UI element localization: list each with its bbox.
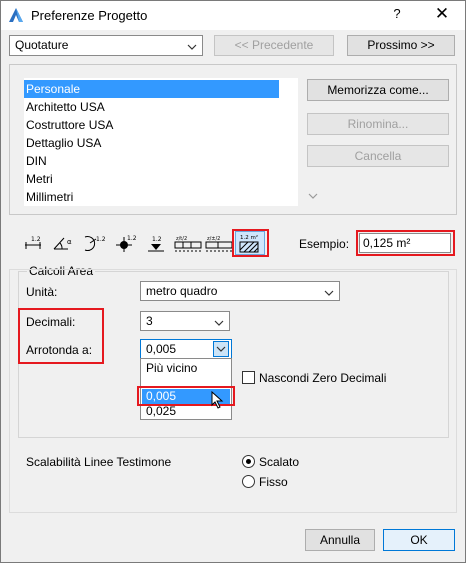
preset-item-millimetri[interactable]: Millimetri xyxy=(24,188,279,206)
save-as-button[interactable]: Memorizza come... xyxy=(307,79,449,101)
window-title: Preferenze Progetto xyxy=(31,8,148,23)
svg-text:1.2: 1.2 xyxy=(127,235,137,242)
level-dimension-icon[interactable]: 1.2 xyxy=(114,233,138,253)
preset-item-metri[interactable]: Metri xyxy=(24,170,279,188)
ok-button[interactable]: OK xyxy=(383,529,455,551)
linear-dimension-icon[interactable]: 1.2 xyxy=(23,233,45,253)
cancel-button[interactable]: Annulla xyxy=(305,529,375,551)
angle-dimension-icon[interactable]: α xyxy=(52,233,76,253)
delete-button[interactable]: Cancella xyxy=(307,145,449,167)
close-button[interactable]: ✕ xyxy=(429,4,455,26)
presets-list[interactable]: Personale Architetto USA Costruttore USA… xyxy=(24,78,318,206)
elevation-dimension-icon[interactable]: 1.2 xyxy=(145,233,167,253)
example-field: 0,125 m² xyxy=(359,233,451,253)
svg-text:1.2: 1.2 xyxy=(31,236,41,243)
radial-dimension-icon[interactable]: 1.2 xyxy=(82,233,108,253)
preset-item-din[interactable]: DIN xyxy=(24,152,279,170)
preferences-dialog: Preferenze Progetto ? ✕ Quotature << Pre… xyxy=(0,0,466,563)
rename-button[interactable]: Rinomina... xyxy=(307,113,449,135)
svg-text:1.2: 1.2 xyxy=(96,236,106,243)
preset-item-personale[interactable]: Personale xyxy=(24,80,279,98)
svg-text:z/t/2: z/t/2 xyxy=(176,236,187,242)
chevron-down-icon xyxy=(187,39,197,50)
title-bar: Preferenze Progetto ? ✕ xyxy=(1,1,465,30)
category-dropdown[interactable]: Quotature xyxy=(9,35,203,56)
category-value: Quotature xyxy=(15,38,69,52)
preset-item-costruttore-usa[interactable]: Costruttore USA xyxy=(24,116,279,134)
svg-text:α: α xyxy=(67,238,72,246)
previous-button[interactable]: << Precedente xyxy=(214,35,334,56)
help-button[interactable]: ? xyxy=(387,6,407,24)
area-calculation-icon[interactable]: 1.2 m² xyxy=(235,231,265,255)
settings-panel xyxy=(9,269,457,513)
archicad-app-icon xyxy=(8,7,24,23)
preset-item-dettaglio-usa[interactable]: Dettaglio USA xyxy=(24,134,279,152)
svg-text:1.2 m²: 1.2 m² xyxy=(240,234,258,241)
sill-height-dimension-icon[interactable]: z/±/2 xyxy=(204,233,234,253)
door-window-dimension-icon[interactable]: z/t/2 xyxy=(173,233,203,253)
svg-text:z/±/2: z/±/2 xyxy=(207,236,220,242)
scroll-down-icon[interactable] xyxy=(307,192,319,204)
example-value: 0,125 m² xyxy=(363,236,411,250)
example-label: Esempio: xyxy=(299,237,350,251)
next-button[interactable]: Prossimo >> xyxy=(347,35,455,56)
preset-item-architetto-usa[interactable]: Architetto USA xyxy=(24,98,279,116)
svg-text:1.2: 1.2 xyxy=(152,236,162,243)
